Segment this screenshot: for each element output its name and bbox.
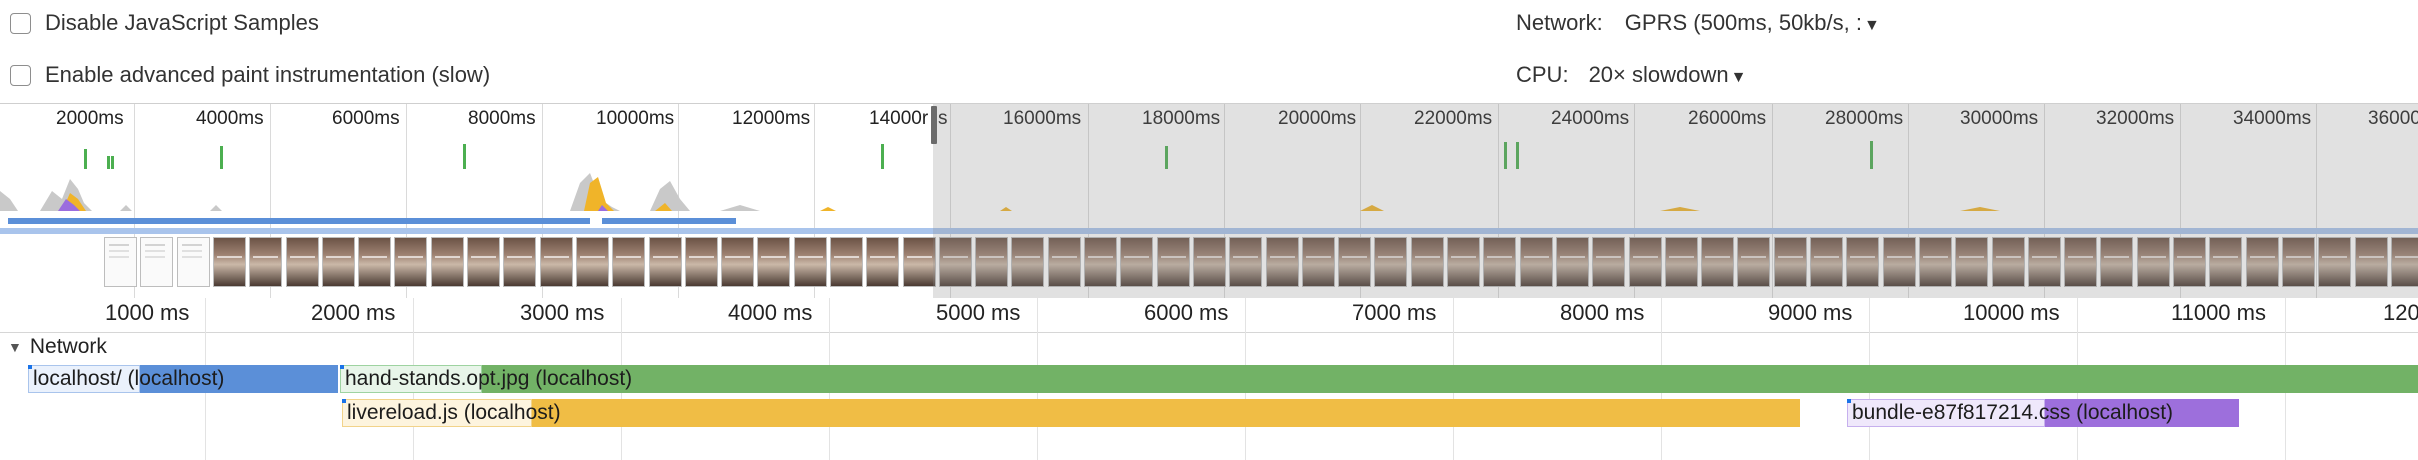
filmstrip-frame[interactable] [322,237,355,287]
timeline-ruler: 1000 ms 2000 ms 3000 ms 4000 ms 5000 ms … [0,298,2418,333]
ruler-tick-label: 2000 ms [311,300,396,325]
filmstrip-frame[interactable] [649,237,682,287]
request-label: hand-stands.opt.jpg (localhost) [345,367,633,390]
filmstrip-frame[interactable] [286,237,319,287]
overview-tick-label: 4000ms [196,108,264,129]
network-throttle-select[interactable]: GPRS (500ms, 50kb/s, : ▼ [1625,10,1880,36]
network-section-header[interactable]: ▼ Network [8,332,107,362]
expand-triangle-icon[interactable]: ▼ [8,339,22,355]
filmstrip-frame[interactable] [757,237,790,287]
network-label: Network: [1516,10,1603,35]
network-throttle-value: GPRS (500ms, 50kb/s, : [1624,10,1862,35]
selection-resize-handle[interactable] [931,106,937,144]
ruler-tick-label: 1000 ms [105,300,190,325]
ruler-tick-label: 120 [2383,300,2418,325]
overview-tick-label: 2000ms [56,108,124,129]
filmstrip-frame[interactable] [394,237,427,287]
ruler-tick-label: 10000 ms [1963,300,2060,325]
ruler-tick-label: 3000 ms [520,300,605,325]
ruler-tick-label: 5000 ms [936,300,1021,325]
overview-tick-label: 12000ms [732,108,811,129]
dropdown-arrow-icon: ▼ [1864,17,1880,34]
request-download-segment [532,399,1800,427]
cpu-loading-area [58,199,608,211]
overview-tick-label: 10000ms [596,108,675,129]
filmstrip-frame[interactable] [866,237,899,287]
ruler-tick-label: 6000 ms [1144,300,1229,325]
disable-js-samples-label: Disable JavaScript Samples [45,10,319,35]
network-request-livereload[interactable]: livereload.js (localhost) [342,399,1800,427]
network-request-hand-stands[interactable]: hand-stands.opt.jpg (localhost) [340,365,2418,393]
cpu-throttle-select[interactable]: 20× slowdown ▼ [1589,62,1747,88]
cpu-label: CPU: [1516,62,1569,87]
network-request-bundle-css[interactable]: bundle-e87f817214.css (localhost) [1847,399,2239,427]
filmstrip-frame[interactable] [358,237,391,287]
filmstrip-frame[interactable] [467,237,500,287]
paint-marker [84,149,87,169]
filmstrip-frame[interactable] [721,237,754,287]
filmstrip-frame[interactable] [794,237,827,287]
filmstrip-frame[interactable] [576,237,609,287]
dropdown-arrow-icon: ▼ [1730,69,1747,86]
cpu-throttling: CPU: 20× slowdown ▼ [1516,60,1746,90]
filmstrip-frame[interactable] [140,237,173,287]
disable-js-samples-checkbox[interactable] [10,12,31,34]
filmstrip-frame[interactable] [903,237,936,287]
filmstrip-frame[interactable] [503,237,536,287]
request-download-segment [482,365,2418,393]
filmstrip-frame[interactable] [685,237,718,287]
advanced-paint-checkbox[interactable] [10,64,31,86]
ruler-tick-label: 9000 ms [1768,300,1853,325]
disable-js-samples-row[interactable]: Disable JavaScript Samples [10,8,319,38]
filmstrip-frame[interactable] [431,237,464,287]
advanced-paint-label: Enable advanced paint instrumentation (s… [45,62,491,87]
paint-marker [220,146,223,169]
filmstrip-frame[interactable] [177,237,210,287]
overview-tick-label: 14000r [869,108,929,129]
filmstrip-frame[interactable] [213,237,246,287]
paint-marker [463,144,466,169]
timeline-overview[interactable]: 2000ms 4000ms 6000ms 8000ms 10000ms 1200… [0,103,2418,300]
filmstrip-frame[interactable] [612,237,645,287]
paint-marker [111,156,114,169]
capture-settings: Disable JavaScript Samples Enable advanc… [0,0,2418,102]
paint-marker [107,156,110,169]
request-label: localhost/ (localhost) [33,367,225,390]
paint-marker [881,144,884,169]
overview-tick-label: 6000ms [332,108,400,129]
ruler-tick-label: 11000 ms [2171,300,2266,325]
request-label: bundle-e87f817214.css (localhost) [1852,401,2174,424]
network-throttling: Network: GPRS (500ms, 50kb/s, : ▼ [1516,8,1880,38]
network-section-label: Network [29,335,107,358]
overview-network-bar [602,218,736,224]
ruler-tick-label: 4000 ms [728,300,813,325]
ruler-tick-label: 8000 ms [1560,300,1645,325]
network-request-localhost[interactable]: localhost/ (localhost) [28,365,338,393]
filmstrip-frame[interactable] [249,237,282,287]
filmstrip-frame[interactable] [540,237,573,287]
overview-network-bar [8,218,590,224]
overview-tick-label: 8000ms [468,108,536,129]
filmstrip-frame[interactable] [104,237,137,287]
request-label: livereload.js (localhost) [347,401,561,424]
ruler-tick-label: 7000 ms [1352,300,1437,325]
overview-unselected-region [933,104,2418,299]
advanced-paint-row[interactable]: Enable advanced paint instrumentation (s… [10,60,490,90]
filmstrip-frame[interactable] [830,237,863,287]
cpu-throttle-value: 20× slowdown [1588,62,1729,87]
